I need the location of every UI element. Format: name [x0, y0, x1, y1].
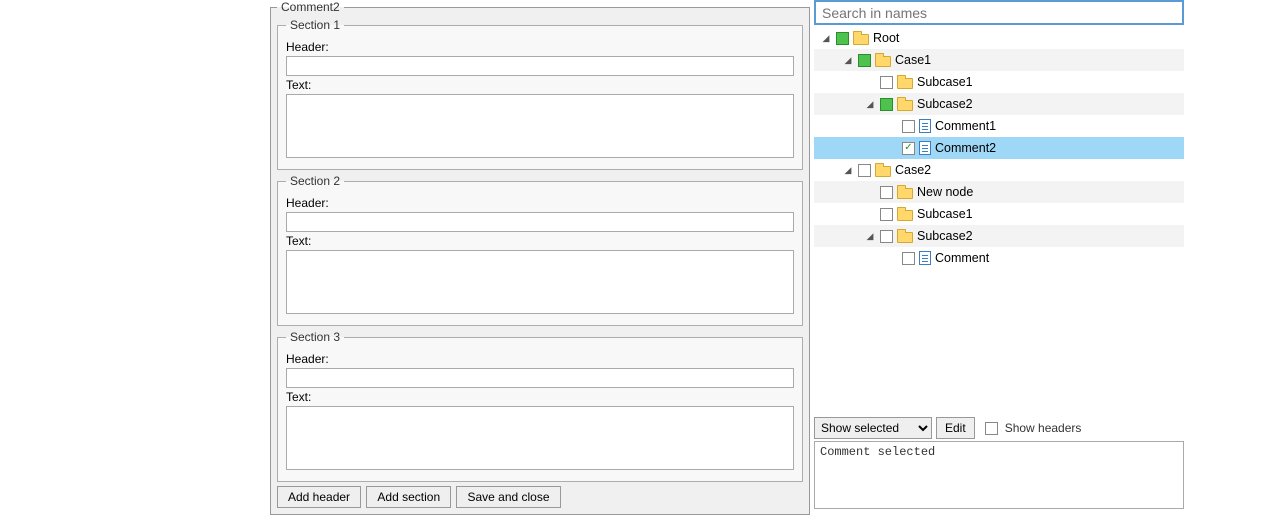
show-headers-checkbox[interactable] [985, 422, 998, 435]
tree-label: Case2 [895, 163, 931, 177]
folder-icon [897, 210, 913, 221]
tree-label: Comment [935, 251, 989, 265]
tree-checkbox[interactable] [880, 98, 893, 111]
tree-row[interactable]: Subcase1 [814, 203, 1184, 225]
folder-icon [897, 78, 913, 89]
section-3-text-label: Text: [286, 390, 794, 404]
tree-checkbox[interactable] [858, 164, 871, 177]
tree-row[interactable]: Comment [814, 247, 1184, 269]
tree-label: New node [917, 185, 973, 199]
expander-icon[interactable]: ◢ [820, 32, 832, 44]
section-2-header-input[interactable] [286, 212, 794, 232]
comment-legend: Comment2 [277, 0, 344, 14]
section-3-header-input[interactable] [286, 368, 794, 388]
section-3: Section 3 Header: Text: [277, 330, 803, 482]
tree-checkbox[interactable] [880, 208, 893, 221]
tree-label: Subcase2 [917, 229, 973, 243]
save-close-button[interactable]: Save and close [456, 486, 560, 508]
section-1-header-label: Header: [286, 40, 794, 54]
section-1-header-input[interactable] [286, 56, 794, 76]
section-1: Section 1 Header: Text: [277, 18, 803, 170]
section-3-legend: Section 3 [286, 330, 344, 344]
tree-checkbox[interactable] [880, 76, 893, 89]
section-2-header-label: Header: [286, 196, 794, 210]
section-2: Section 2 Header: Text: [277, 174, 803, 326]
tree-row[interactable]: ◢ Subcase2 [814, 93, 1184, 115]
expander-icon[interactable]: ◢ [864, 98, 876, 110]
tree-row[interactable]: ◢ Case2 [814, 159, 1184, 181]
show-headers-label: Show headers [1005, 421, 1082, 435]
tree-checkbox[interactable] [836, 32, 849, 45]
add-section-button[interactable]: Add section [366, 486, 451, 508]
tree-label: Subcase2 [917, 97, 973, 111]
search-input[interactable] [814, 0, 1184, 25]
tree-row[interactable]: ◢ Case1 [814, 49, 1184, 71]
tree-row[interactable]: New node [814, 181, 1184, 203]
tree-checkbox[interactable] [880, 230, 893, 243]
expander-icon[interactable]: ◢ [842, 54, 854, 66]
section-3-text-input[interactable] [286, 406, 794, 470]
editor-panel: Comment2 Section 1 Header: Text: Section… [270, 0, 810, 512]
tree-row[interactable]: Subcase1 [814, 71, 1184, 93]
tree-label: Case1 [895, 53, 931, 67]
folder-icon [875, 166, 891, 177]
tree-label: Subcase1 [917, 207, 973, 221]
tree-label: Subcase1 [917, 75, 973, 89]
tree-checkbox[interactable] [858, 54, 871, 67]
folder-icon [853, 34, 869, 45]
folder-icon [875, 56, 891, 67]
section-1-text-label: Text: [286, 78, 794, 92]
folder-icon [897, 100, 913, 111]
document-icon [919, 119, 931, 133]
tree-checkbox[interactable] [902, 252, 915, 265]
expander-icon[interactable]: ◢ [864, 230, 876, 242]
tree-label: Root [873, 31, 899, 45]
section-2-text-label: Text: [286, 234, 794, 248]
folder-icon [897, 188, 913, 199]
tree-row[interactable]: Comment1 [814, 115, 1184, 137]
tree-controls: Show selected Edit Show headers [814, 417, 1184, 439]
editor-button-row: Add header Add section Save and close [277, 486, 803, 508]
section-1-legend: Section 1 [286, 18, 344, 32]
document-icon [919, 141, 931, 155]
tree-row[interactable]: ◢ Root [814, 27, 1184, 49]
tree-row[interactable]: Comment2 [814, 137, 1184, 159]
section-2-text-input[interactable] [286, 250, 794, 314]
add-header-button[interactable]: Add header [277, 486, 361, 508]
tree-view[interactable]: ◢ Root ◢ Case1 Subcase1 ◢ Subcase2 Comment1 Comm… [814, 27, 1184, 415]
expander-icon[interactable]: ◢ [842, 164, 854, 176]
tree-checkbox[interactable] [902, 120, 915, 133]
tree-panel: ◢ Root ◢ Case1 Subcase1 ◢ Subcase2 Comment1 Comm… [814, 0, 1184, 512]
edit-button[interactable]: Edit [936, 417, 975, 439]
comment-fieldset: Comment2 Section 1 Header: Text: Section… [270, 0, 810, 515]
tree-checkbox[interactable] [902, 142, 915, 155]
tree-label: Comment2 [935, 141, 996, 155]
tree-row[interactable]: ◢ Subcase2 [814, 225, 1184, 247]
folder-icon [897, 232, 913, 243]
tree-checkbox[interactable] [880, 186, 893, 199]
section-2-legend: Section 2 [286, 174, 344, 188]
status-text: Comment selected [814, 441, 1184, 509]
show-mode-select[interactable]: Show selected [814, 417, 932, 439]
section-1-text-input[interactable] [286, 94, 794, 158]
section-3-header-label: Header: [286, 352, 794, 366]
document-icon [919, 251, 931, 265]
tree-label: Comment1 [935, 119, 996, 133]
